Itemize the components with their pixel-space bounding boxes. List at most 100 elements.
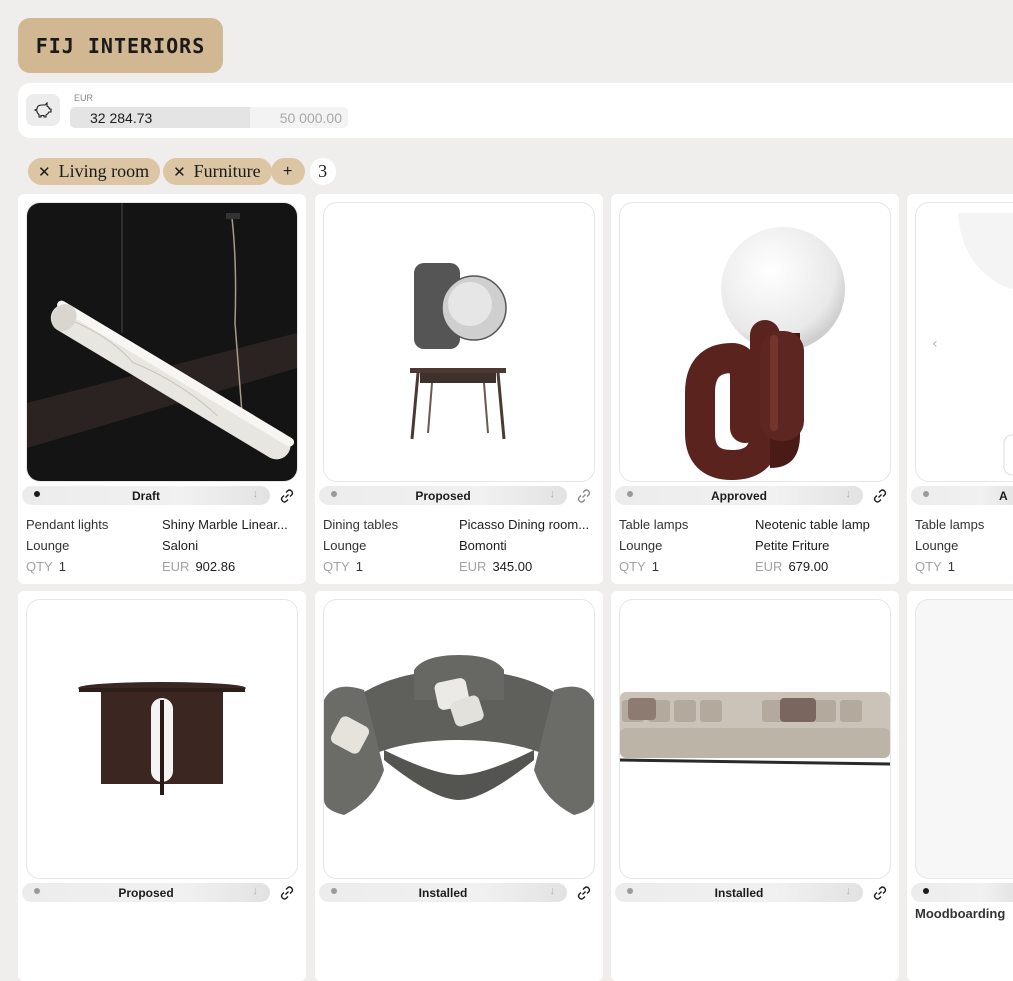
- status-label: Proposed: [118, 886, 174, 900]
- status-dot: [923, 888, 929, 894]
- filter-bar: ✕ Living room ✕ Furniture + 3: [28, 158, 336, 185]
- arrow-down-icon: ↓: [252, 488, 259, 500]
- status-label: Installed: [418, 886, 468, 900]
- budget-currency: EUR: [74, 93, 94, 103]
- status-dropdown[interactable]: A: [911, 486, 1013, 505]
- product-card[interactable]: Installed ↓: [611, 591, 899, 981]
- link-icon: [873, 489, 887, 503]
- product-category: Table lamps: [619, 517, 689, 532]
- add-filter-button[interactable]: +: [270, 158, 305, 185]
- product-details: Picasso Dining room... Bomonti EUR 345.00: [459, 514, 599, 577]
- product-card[interactable]: Installed ↓: [315, 591, 603, 981]
- product-card[interactable]: Approved ↓ Table lamps Lounge QTY 1 Neote…: [611, 194, 899, 584]
- product-room: Lounge: [619, 538, 663, 553]
- product-category: Pendant lights: [26, 517, 109, 532]
- status-dropdown[interactable]: Installed ↓: [615, 883, 863, 902]
- product-meta: Moodboarding: [915, 903, 1013, 924]
- brand-logo[interactable]: FIJ INTERIORS: [18, 18, 223, 73]
- filter-chip-label: Furniture: [193, 161, 261, 181]
- product-price: EUR 679.00: [755, 559, 829, 574]
- status-dot: [627, 888, 633, 894]
- product-room: Lounge: [26, 538, 70, 553]
- piggy-bank-button[interactable]: [26, 94, 60, 126]
- product-brand: Saloni: [162, 538, 199, 553]
- product-qty: QTY 1: [26, 559, 66, 574]
- product-image[interactable]: [915, 599, 1013, 879]
- product-card[interactable]: Proposed ↓: [18, 591, 306, 981]
- status-dropdown[interactable]: Proposed ↓: [319, 486, 567, 505]
- status-dot: [331, 888, 337, 894]
- product-room: Lounge: [915, 538, 959, 553]
- product-card[interactable]: Moodboarding: [907, 591, 1013, 981]
- product-category: Table lamps: [915, 517, 985, 532]
- link-button[interactable]: [573, 883, 595, 903]
- status-label: Approved: [710, 489, 767, 503]
- link-icon: [577, 489, 591, 503]
- status-dropdown[interactable]: Installed ↓: [319, 883, 567, 902]
- product-card[interactable]: Draft ↓ Pendant lights Lounge QTY 1 Shiny…: [18, 194, 306, 584]
- product-meta: Table lamps Lounge QTY 1: [619, 514, 749, 577]
- product-details: Neotenic table lamp Petite Friture EUR 67…: [755, 514, 895, 577]
- globe-table-lamp-image: [685, 227, 845, 481]
- product-card[interactable]: Proposed ↓ Dining tables Lounge QTY 1 Pic…: [315, 194, 603, 584]
- product-room: Lounge: [323, 538, 367, 553]
- product-meta: Dining tables Lounge QTY 1: [323, 514, 453, 577]
- product-qty: QTY 1: [323, 559, 363, 574]
- status-dropdown[interactable]: Approved ↓: [615, 486, 863, 505]
- filter-chip-living-room[interactable]: ✕ Living room: [28, 158, 161, 185]
- link-button[interactable]: [276, 883, 298, 903]
- product-qty: QTY 1: [915, 559, 955, 574]
- product-qty: QTY 1: [619, 559, 659, 574]
- product-card[interactable]: ‹ A Table lamps Lounge QTY 1: [907, 194, 1013, 584]
- curved-sofa-image: [324, 655, 594, 815]
- status-dot: [34, 491, 40, 497]
- product-name[interactable]: Shiny Marble Linear...: [162, 514, 302, 535]
- product-meta: Table lamps Lounge QTY 1: [915, 514, 1013, 577]
- product-image[interactable]: [26, 599, 298, 879]
- product-name[interactable]: Picasso Dining room...: [459, 514, 599, 535]
- product-image[interactable]: [26, 202, 298, 482]
- product-image[interactable]: [619, 202, 891, 482]
- product-category: Dining tables: [323, 517, 399, 532]
- status-label: Draft: [131, 489, 160, 503]
- arrow-down-icon: ↓: [549, 885, 556, 897]
- product-image[interactable]: [323, 202, 595, 482]
- link-icon: [280, 489, 294, 503]
- round-dining-table-image: [78, 682, 246, 795]
- arrow-down-icon: ↓: [252, 885, 259, 897]
- product-image[interactable]: [323, 599, 595, 879]
- svg-text:‹: ‹: [932, 336, 938, 352]
- product-price: EUR 902.86: [162, 559, 236, 574]
- budget-total: 50 000.00: [279, 110, 342, 126]
- link-button[interactable]: [869, 486, 891, 506]
- status-dropdown[interactable]: Draft ↓: [22, 486, 270, 505]
- link-button[interactable]: [869, 883, 891, 903]
- status-dot: [34, 888, 40, 894]
- remove-filter-icon[interactable]: ✕: [173, 163, 186, 181]
- product-name[interactable]: Neotenic table lamp: [755, 514, 895, 535]
- status-dropdown[interactable]: [911, 883, 1013, 902]
- status-dropdown[interactable]: Proposed ↓: [22, 883, 270, 902]
- link-icon: [280, 886, 294, 900]
- product-image[interactable]: [619, 599, 891, 879]
- product-price: EUR 345.00: [459, 559, 533, 574]
- arrow-down-icon: ↓: [549, 488, 556, 500]
- product-meta: Pendant lights Lounge QTY 1: [26, 514, 156, 577]
- link-button[interactable]: [276, 486, 298, 506]
- piggy-bank-icon: [34, 102, 52, 118]
- product-brand: Petite Friture: [755, 538, 830, 553]
- marble-pendant-light-image: [27, 203, 297, 481]
- link-button[interactable]: [573, 486, 595, 506]
- filter-chip-furniture[interactable]: ✕ Furniture: [163, 158, 272, 185]
- product-image[interactable]: ‹: [915, 202, 1013, 482]
- link-icon: [577, 886, 591, 900]
- link-icon: [873, 886, 887, 900]
- partial-lamp-image: ‹: [932, 213, 1013, 476]
- product-details: Shiny Marble Linear... Saloni EUR 902.86: [162, 514, 302, 577]
- status-dot: [923, 491, 929, 497]
- status-label: Proposed: [415, 489, 471, 503]
- arrow-down-icon: ↓: [845, 885, 852, 897]
- status-dot: [331, 491, 337, 497]
- remove-filter-icon[interactable]: ✕: [38, 163, 51, 181]
- arrow-down-icon: ↓: [845, 488, 852, 500]
